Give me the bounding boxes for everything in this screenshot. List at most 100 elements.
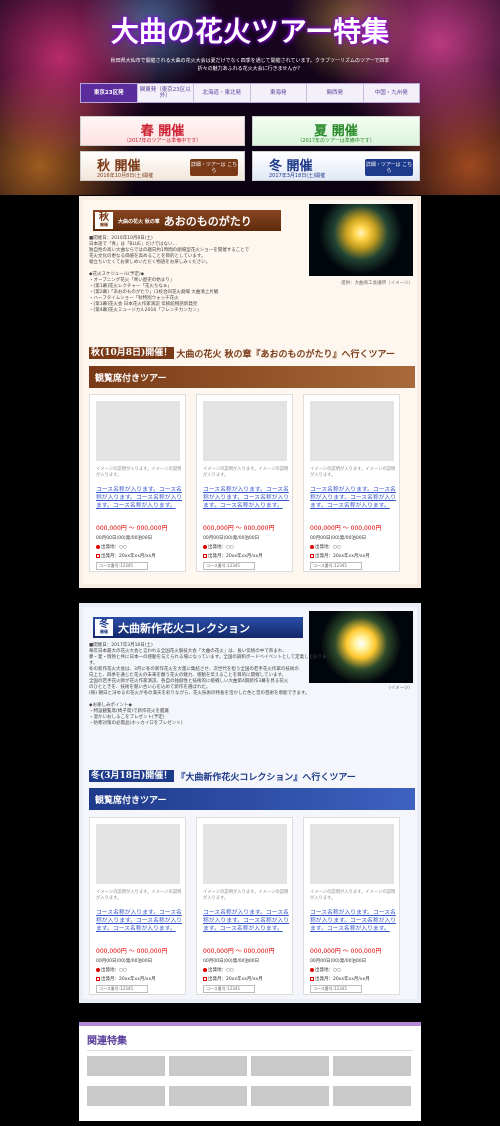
autumn-lead-date: 秋(10月8日)開催！: [89, 347, 175, 359]
tour-card[interactable]: イメージの説明が入ります。イメージの説明が入ります。コース名称が入ります。コース…: [303, 817, 400, 995]
tour-price: 000,000円 〜 000,000円: [203, 525, 275, 532]
related-banner[interactable]: [87, 1086, 165, 1106]
tour-price: 000,000円 〜 000,000円: [310, 525, 382, 532]
tour-image-caption: イメージの説明が入ります。イメージの説明が入ります。: [310, 890, 396, 901]
tour-name-link[interactable]: コース名称が入ります。コース名称が入ります。コース名称が入ります。コース名称が入…: [203, 909, 291, 933]
season-autumn[interactable]: 秋 開催 2016年10月8日(土)開催 詳細・ツアーは こちら: [80, 151, 245, 181]
winter-section: 冬開催 大曲新作花火コレクション （イメージ） ■開催日：2017年3月18日(…: [79, 603, 421, 1003]
tour-name-link[interactable]: コース名称が入ります。コース名称が入ります。コース名称が入ります。コース名称が入…: [96, 486, 184, 510]
calendar-icon: [310, 976, 314, 981]
tour-image[interactable]: [203, 401, 287, 461]
autumn-detail-button[interactable]: 詳細・ツアーは こちら: [190, 159, 238, 176]
autumn-section: 秋開催 大曲の花火 秋の章 あおのものがたり 提供：大曲商工会議所（イメージ） ■…: [79, 196, 421, 588]
autumn-lead-text: 大曲の花火 秋の章『あおのものがたり』へ行くツアー: [176, 349, 395, 360]
season-spring-sub: （2017年のツアーは準備中です）: [123, 138, 202, 144]
tour-date: 00月00日(00)発/00泊00日: [203, 536, 260, 541]
tour-course-code: コース番号:12345: [203, 985, 255, 993]
tour-price: 000,000円 〜 000,000円: [203, 948, 275, 955]
region-tab-chugoku-kyushu[interactable]: 中国・九州発: [364, 84, 420, 102]
tour-course-code: コース番号:12345: [96, 985, 148, 993]
tour-name-link[interactable]: コース名称が入ります。コース名称が入ります。コース名称が入ります。コース名称が入…: [310, 486, 398, 510]
autumn-kanji-badge: 秋開催: [95, 212, 113, 229]
tour-name-link[interactable]: コース名称が入ります。コース名称が入ります。コース名称が入ります。コース名称が入…: [203, 486, 291, 510]
tour-departure: 出発地：○○: [96, 967, 127, 973]
tour-departure: 出発地：○○: [203, 967, 234, 973]
tour-card[interactable]: イメージの説明が入ります。イメージの説明が入ります。コース名称が入ります。コース…: [196, 394, 293, 572]
related-banner[interactable]: [333, 1086, 411, 1106]
tour-image[interactable]: [96, 401, 180, 461]
tour-card[interactable]: イメージの説明が入ります。イメージの説明が入ります。コース名称が入ります。コース…: [89, 394, 186, 572]
tour-date: 00月00日(00)発/00泊00日: [96, 536, 153, 541]
related-divider: [87, 1050, 413, 1051]
tour-departure-month: 出発月：20xx年xx月/xx月: [203, 976, 263, 982]
tour-image-caption: イメージの説明が入ります。イメージの説明が入ります。: [203, 890, 289, 901]
region-tab-tokyo23[interactable]: 東京23区発: [81, 84, 138, 102]
region-tab-kansai[interactable]: 関西発: [307, 84, 364, 102]
tour-departure-month: 出発月：20xx年xx月/xx月: [310, 553, 370, 559]
tour-card[interactable]: イメージの説明が入ります。イメージの説明が入ります。コース名称が入ります。コース…: [89, 817, 186, 995]
tour-card[interactable]: イメージの説明が入ります。イメージの説明が入ります。 コース名称が入ります。コース…: [303, 394, 400, 572]
autumn-header: 秋開催 大曲の花火 秋の章 あおのものがたり: [93, 210, 281, 231]
autumn-tour-lead: 秋(10月8日)開催！ 大曲の花火 秋の章『あおのものがたり』へ行くツアー: [89, 344, 395, 362]
region-tabs: 東京23区発 関東発（東京23区以外） 北海道・東北発 東海発 関西発 中国・九…: [80, 83, 420, 103]
related-banner[interactable]: [333, 1056, 411, 1076]
season-winter-sub: 2017年3月18日(土)開催: [269, 173, 326, 179]
autumn-photo-caption: 提供：大曲商工会議所（イメージ）: [341, 281, 413, 286]
tour-image[interactable]: [310, 824, 394, 884]
season-summer[interactable]: 夏 開催 （2017年のツアーは準備中です）: [252, 116, 420, 146]
tour-date: 00月00日(00)発/00泊00日: [203, 959, 260, 964]
related-banner[interactable]: [169, 1056, 247, 1076]
calendar-icon: [96, 976, 100, 981]
autumn-observation-bar: 観覧席付きツアー: [89, 366, 415, 388]
pin-icon: [96, 544, 100, 549]
related-banner[interactable]: [251, 1056, 329, 1076]
tour-departure-month: 出発月：20xx年xx月/xx月: [96, 976, 156, 982]
season-winter[interactable]: 冬 開催 2017年3月18日(土)開催 詳細・ツアーは こちら: [252, 151, 420, 181]
tour-departure: 出発地：○○: [96, 544, 127, 550]
calendar-icon: [203, 553, 207, 558]
tour-date: 00月00日(00)発/00泊00日: [310, 536, 367, 541]
winter-description: ■開催日：2017年3月18日(土) 毎年日本最大の花火大会と言われる全国花火競…: [89, 643, 329, 727]
region-tab-hokkaido-tohoku[interactable]: 北海道・東北発: [194, 84, 251, 102]
tour-date: 00月00日(00)発/00泊00日: [96, 959, 153, 964]
season-spring[interactable]: 春 開催 （2017年のツアーは準備中です）: [80, 116, 245, 146]
tour-departure-month: 出発月：20xx年xx月/xx月: [96, 553, 156, 559]
region-tab-tokai[interactable]: 東海発: [251, 84, 307, 102]
winter-detail-button[interactable]: 詳細・ツアーは こちら: [365, 159, 413, 176]
related-title: 関連特集: [87, 1036, 127, 1047]
tour-image[interactable]: [310, 401, 394, 461]
pin-icon: [203, 967, 207, 972]
tour-image-caption: イメージの説明が入ります。イメージの説明が入ります。: [96, 890, 182, 901]
tour-course-code: コース番号:12345: [96, 562, 148, 570]
related-banner[interactable]: [251, 1086, 329, 1106]
tour-image-caption: イメージの説明が入ります。イメージの説明が入ります。: [203, 467, 289, 478]
tour-departure-month: 出発月：20xx年xx月/xx月: [310, 976, 370, 982]
autumn-fireworks-photo: [309, 204, 413, 276]
pin-icon: [96, 967, 100, 972]
winter-observation-bar: 観覧席付きツアー: [89, 788, 415, 810]
winter-text-line: (毎) 朝日と冴ゆるの花火が冬の満天を彩りながら、花火技術の特長を活かした色と音…: [89, 691, 310, 696]
related-banner[interactable]: [169, 1086, 247, 1106]
winter-header-title: 大曲新作花火コレクション: [118, 621, 250, 635]
related-banner[interactable]: [87, 1056, 165, 1076]
tour-image[interactable]: [96, 824, 180, 884]
tour-departure-month: 出発月：20xx年xx月/xx月: [203, 553, 263, 559]
calendar-icon: [203, 976, 207, 981]
winter-tour-lead: 冬(3月18日)開催！ 『大曲新作花火コレクション』へ行くツアー: [89, 767, 356, 785]
tour-departure: 出発地：○○: [310, 967, 341, 973]
tour-name-link[interactable]: コース名称が入ります。コース名称が入ります。コース名称が入ります。コース名称が入…: [96, 909, 184, 933]
pin-icon: [310, 544, 314, 549]
tour-card[interactable]: イメージの説明が入ります。イメージの説明が入ります。コース名称が入ります。コース…: [196, 817, 293, 995]
season-summer-sub: （2017年のツアーは準備中です）: [297, 138, 375, 144]
pin-icon: [310, 967, 314, 972]
region-tab-kanto[interactable]: 関東発（東京23区以外）: [138, 84, 194, 102]
tour-image[interactable]: [203, 824, 287, 884]
tour-image-caption: イメージの説明が入ります。イメージの説明が入ります。: [96, 467, 182, 478]
tour-name-link[interactable]: コース名称が入ります。コース名称が入ります。コース名称が入ります。コース名称が入…: [310, 909, 398, 933]
winter-kanji-badge: 冬開催: [95, 619, 113, 636]
intro-text: 秋田県大仙市で開催される大曲の花火大会は夏だけでなく四季を通じて開催されています…: [110, 58, 390, 72]
tour-course-code: コース番号:12345: [310, 562, 362, 570]
winter-text-line: ・防寒対策の必需品(ホッカイロをプレゼント): [89, 721, 183, 726]
autumn-text-line: ・[第4幕]花火ミュージカル2016「フレンチカンカン」: [89, 308, 202, 313]
tour-price: 000,000円 〜 000,000円: [96, 948, 168, 955]
